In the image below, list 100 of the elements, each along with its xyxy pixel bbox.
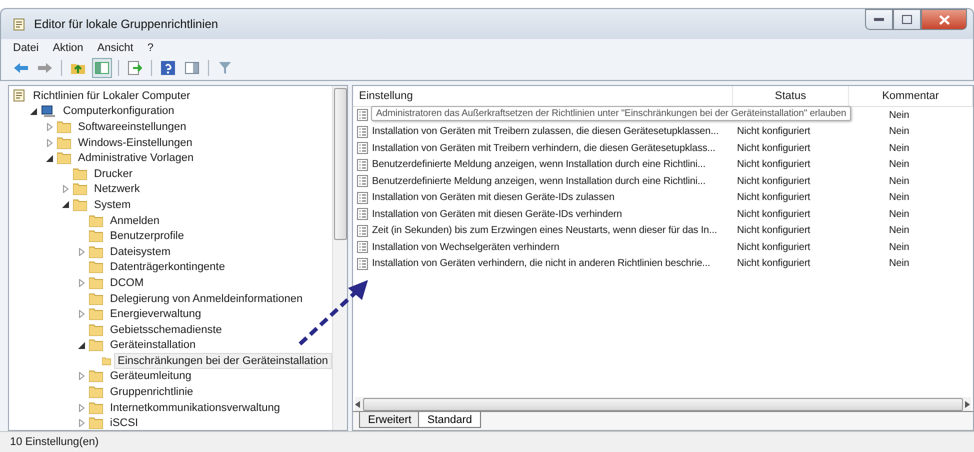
minimize-icon	[874, 18, 884, 22]
collapse-icon[interactable]	[61, 200, 70, 210]
folder-icon	[73, 183, 87, 196]
status-text: 10 Einstellung(en)	[10, 436, 99, 448]
collapse-icon[interactable]	[45, 154, 54, 163]
tree-item[interactable]: Gruppenrichtlinie	[106, 384, 198, 400]
tree-item[interactable]: Geräteumleitung	[106, 368, 196, 384]
close-icon	[938, 14, 950, 24]
back-icon	[13, 62, 29, 74]
folder-icon	[89, 292, 103, 305]
tree-item[interactable]: iSCSI	[106, 415, 142, 430]
table-cell: Benutzerdefinierte Meldung anzeigen, wenn Installation durch eine Richtlini...	[372, 159, 706, 170]
table-cell: Nein	[889, 192, 910, 204]
table-cell: Nicht konfiguriert	[737, 242, 810, 253]
setting-icon	[357, 241, 368, 254]
collapse-icon[interactable]	[29, 106, 38, 116]
tree-item[interactable]: Windows-Einstellungen	[74, 134, 196, 151]
tree-item[interactable]: Benutzerprofile	[106, 228, 188, 244]
folder-icon	[89, 230, 103, 242]
scrollbar[interactable]	[332, 86, 347, 430]
expand-icon[interactable]	[77, 418, 86, 428]
table-cell: Nein	[889, 110, 910, 121]
tree-item[interactable]: Softwareeinstellungen	[74, 118, 190, 135]
expand-icon[interactable]	[77, 403, 86, 412]
folder-icon	[89, 246, 103, 258]
collapse-icon[interactable]	[77, 340, 86, 350]
tree-item[interactable]: Energieverwaltung	[106, 306, 206, 322]
tree-item[interactable]: Anmelden	[106, 212, 164, 229]
tree-item[interactable]: Administrative Vorlagen	[74, 150, 198, 166]
table-cell: Nein	[889, 242, 910, 253]
expand-icon[interactable]	[45, 138, 54, 148]
setting-icon	[357, 258, 368, 270]
filter-icon	[219, 61, 231, 75]
folder-icon	[102, 354, 111, 367]
tooltip: Administratoren das Außerkraftsetzen der Richtlinien unter "Einschränkungen bei der Geräteinstallation" erlauben	[371, 106, 852, 121]
folder-icon	[57, 120, 71, 133]
table-cell: Nein	[889, 208, 910, 220]
menu-item[interactable]: Ansicht	[97, 42, 134, 54]
table-cell: Installation von Geräten mit diesen Geräte-IDs verhindern	[372, 208, 622, 220]
setting-icon	[357, 224, 368, 237]
panel-icon	[95, 62, 109, 74]
policy-icon	[13, 18, 26, 30]
table-cell: Installation von Geräten mit Treibern zulassen, die diesen Gerätesetupklassen...	[372, 126, 719, 138]
folder-icon	[89, 261, 103, 274]
table-cell: Nicht konfiguriert	[737, 225, 810, 236]
export-button[interactable]	[125, 58, 145, 78]
folder-icon	[89, 214, 103, 227]
tree-item[interactable]: Datenträgerkontingente	[106, 259, 229, 276]
help-button[interactable]	[158, 58, 178, 78]
maximize-button[interactable]	[893, 9, 921, 30]
folder-icon	[57, 152, 71, 164]
tree-item[interactable]: Dateisystem	[106, 244, 175, 260]
table-cell: Nein	[889, 225, 910, 236]
tree-item[interactable]: DCOM	[106, 274, 148, 291]
setting-icon	[357, 142, 368, 154]
minimize-button[interactable]	[865, 9, 893, 30]
table-cell: Nein	[889, 126, 910, 138]
tree-item[interactable]: Geräteinstallation	[106, 337, 200, 354]
tree-item[interactable]: Computerkonfiguration	[59, 103, 178, 120]
table-cell: Installation von Geräten mit Treibern verhindern, die diesen Gerätesetupklass...	[372, 142, 716, 154]
table-cell: Nicht konfiguriert	[737, 258, 810, 270]
folder-up-icon	[70, 61, 86, 75]
view-tab[interactable]: Erweitert	[359, 412, 420, 428]
view-tab[interactable]: Standard	[418, 412, 482, 428]
folder-icon	[89, 276, 103, 289]
menu-item[interactable]: ?	[147, 42, 154, 54]
expand-icon[interactable]	[77, 278, 86, 288]
tree-item[interactable]: System	[90, 196, 135, 213]
computer-icon	[41, 104, 56, 118]
scroll-left-icon[interactable]	[355, 400, 361, 408]
scroll-right-icon[interactable]	[965, 400, 971, 408]
tree-item[interactable]: Drucker	[90, 166, 137, 182]
scrollbar[interactable]	[355, 397, 971, 411]
table-cell: Installation von Geräten mit diesen Geräte-IDs zulassen	[372, 192, 614, 204]
expand-icon[interactable]	[45, 122, 54, 132]
panel-icon	[185, 62, 199, 74]
export-icon	[128, 61, 142, 75]
expand-icon[interactable]	[77, 372, 86, 381]
expand-icon[interactable]	[61, 184, 70, 194]
setting-icon	[357, 175, 368, 188]
tree-item[interactable]: Gebietsschemadienste	[106, 322, 226, 338]
menu-item[interactable]: Datei	[13, 42, 39, 54]
menu-item[interactable]: Aktion	[52, 42, 84, 54]
expand-icon[interactable]	[77, 310, 86, 319]
expand-icon[interactable]	[77, 247, 86, 256]
table-cell: Nicht konfiguriert	[737, 208, 810, 220]
tree-item[interactable]: Netzwerk	[90, 181, 144, 198]
tree-item[interactable]: Einschränkungen bei der Geräteinstallation	[114, 352, 332, 369]
table-cell: Benutzerdefinierte Meldung anzeigen, wenn Installation durch eine Richtlini...	[372, 176, 706, 187]
table-cell: Zeit (in Sekunden) bis zum Erzwingen eines Neustarts, wenn dieser für das In...	[372, 225, 718, 236]
setting-icon	[357, 126, 368, 138]
folder-icon	[89, 386, 103, 398]
tree-toggle-button[interactable]	[92, 58, 112, 78]
tree-item[interactable]: Delegierung von Anmeldeinformationen	[106, 290, 307, 307]
tree-item[interactable]: Richtlinien für Lokaler Computer	[29, 88, 194, 104]
tree-item[interactable]: Internetkommunikationsverwaltung	[106, 400, 284, 416]
table-cell: Nein	[889, 176, 910, 187]
close-button[interactable]	[921, 9, 967, 30]
column-header[interactable]: Kommentar	[849, 86, 973, 106]
folder-icon	[57, 136, 71, 149]
